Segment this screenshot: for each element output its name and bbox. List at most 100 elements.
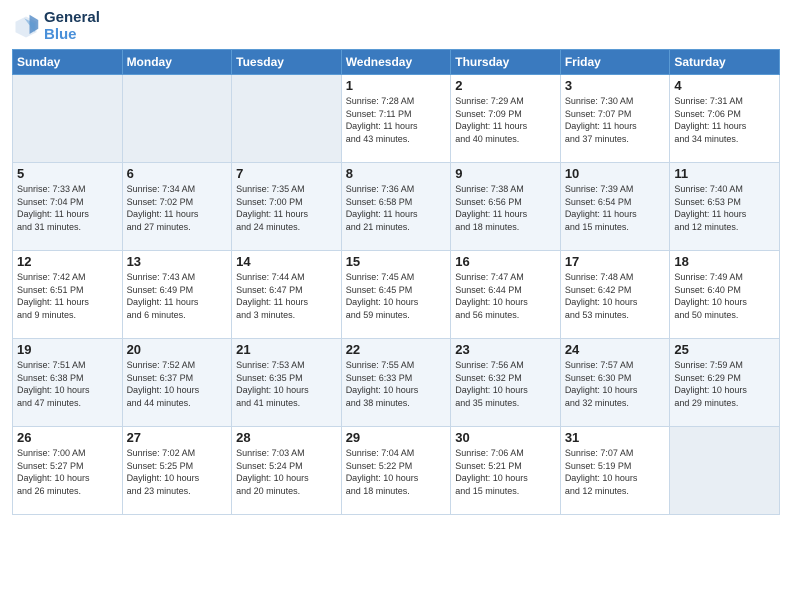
day-number: 15 (346, 254, 447, 269)
day-number: 25 (674, 342, 775, 357)
day-info: Sunrise: 7:40 AM Sunset: 6:53 PM Dayligh… (674, 183, 775, 233)
day-cell: 8 Sunrise: 7:36 AM Sunset: 6:58 PM Daylig… (341, 163, 451, 251)
day-number: 5 (17, 166, 118, 181)
day-number: 8 (346, 166, 447, 181)
day-number: 13 (127, 254, 228, 269)
day-cell: 31 Sunrise: 7:07 AM Sunset: 5:19 PM Dayli… (560, 427, 670, 515)
day-number: 18 (674, 254, 775, 269)
day-cell: 28 Sunrise: 7:03 AM Sunset: 5:24 PM Dayli… (232, 427, 342, 515)
day-number: 23 (455, 342, 556, 357)
week-row-3: 19Sunrise: 7:51 AM Sunset: 6:38 PM Dayli… (13, 339, 780, 427)
day-number: 11 (674, 166, 775, 181)
day-cell: 5 Sunrise: 7:33 AM Sunset: 7:04 PM Daylig… (13, 163, 123, 251)
week-row-4: 26 Sunrise: 7:00 AM Sunset: 5:27 PM Dayli… (13, 427, 780, 515)
day-info: Sunrise: 7:38 AM Sunset: 6:56 PM Dayligh… (455, 183, 556, 233)
header-saturday: Saturday (670, 50, 780, 75)
day-cell (670, 427, 780, 515)
day-info: Sunrise: 7:28 AM Sunset: 7:11 PM Dayligh… (346, 95, 447, 145)
day-info: Sunrise: 7:06 AM Sunset: 5:21 PM Dayligh… (455, 447, 556, 497)
day-number: 12 (17, 254, 118, 269)
day-cell: 22Sunrise: 7:55 AM Sunset: 6:33 PM Dayli… (341, 339, 451, 427)
header: General Blue (12, 10, 780, 43)
day-info: Sunrise: 7:53 AM Sunset: 6:35 PM Dayligh… (236, 359, 337, 409)
day-number: 29 (346, 430, 447, 445)
day-number: 16 (455, 254, 556, 269)
day-info: Sunrise: 7:35 AM Sunset: 7:00 PM Dayligh… (236, 183, 337, 233)
day-number: 28 (236, 430, 337, 445)
day-cell: 18 Sunrise: 7:49 AM Sunset: 6:40 PM Dayli… (670, 251, 780, 339)
day-info: Sunrise: 7:34 AM Sunset: 7:02 PM Dayligh… (127, 183, 228, 233)
day-info: Sunrise: 7:59 AM Sunset: 6:29 PM Dayligh… (674, 359, 775, 409)
day-number: 24 (565, 342, 666, 357)
day-info: Sunrise: 7:03 AM Sunset: 5:24 PM Dayligh… (236, 447, 337, 497)
day-cell: 21 Sunrise: 7:53 AM Sunset: 6:35 PM Dayli… (232, 339, 342, 427)
day-cell: 27Sunrise: 7:02 AM Sunset: 5:25 PM Dayli… (122, 427, 232, 515)
day-info: Sunrise: 7:04 AM Sunset: 5:22 PM Dayligh… (346, 447, 447, 497)
day-cell: 20Sunrise: 7:52 AM Sunset: 6:37 PM Dayli… (122, 339, 232, 427)
header-sunday: Sunday (13, 50, 123, 75)
day-info: Sunrise: 7:49 AM Sunset: 6:40 PM Dayligh… (674, 271, 775, 321)
page-container: General Blue SundayMondayTuesdayWednesda… (0, 0, 792, 523)
day-cell (122, 75, 232, 163)
day-number: 17 (565, 254, 666, 269)
day-cell: 6 Sunrise: 7:34 AM Sunset: 7:02 PM Daylig… (122, 163, 232, 251)
day-cell: 17 Sunrise: 7:48 AM Sunset: 6:42 PM Dayli… (560, 251, 670, 339)
logo: General Blue (12, 10, 100, 43)
day-info: Sunrise: 7:07 AM Sunset: 5:19 PM Dayligh… (565, 447, 666, 497)
day-number: 1 (346, 78, 447, 93)
day-info: Sunrise: 7:00 AM Sunset: 5:27 PM Dayligh… (17, 447, 118, 497)
day-cell: 26 Sunrise: 7:00 AM Sunset: 5:27 PM Dayli… (13, 427, 123, 515)
day-cell: 4 Sunrise: 7:31 AM Sunset: 7:06 PM Daylig… (670, 75, 780, 163)
day-info: Sunrise: 7:39 AM Sunset: 6:54 PM Dayligh… (565, 183, 666, 233)
day-info: Sunrise: 7:52 AM Sunset: 6:37 PM Dayligh… (127, 359, 228, 409)
day-cell: 13Sunrise: 7:43 AM Sunset: 6:49 PM Dayli… (122, 251, 232, 339)
day-info: Sunrise: 7:48 AM Sunset: 6:42 PM Dayligh… (565, 271, 666, 321)
day-info: Sunrise: 7:33 AM Sunset: 7:04 PM Dayligh… (17, 183, 118, 233)
day-cell (232, 75, 342, 163)
logo-icon (12, 13, 40, 41)
day-info: Sunrise: 7:47 AM Sunset: 6:44 PM Dayligh… (455, 271, 556, 321)
day-cell: 25 Sunrise: 7:59 AM Sunset: 6:29 PM Dayli… (670, 339, 780, 427)
day-info: Sunrise: 7:44 AM Sunset: 6:47 PM Dayligh… (236, 271, 337, 321)
day-number: 26 (17, 430, 118, 445)
day-number: 19 (17, 342, 118, 357)
week-row-2: 12Sunrise: 7:42 AM Sunset: 6:51 PM Dayli… (13, 251, 780, 339)
day-cell: 3Sunrise: 7:30 AM Sunset: 7:07 PM Daylig… (560, 75, 670, 163)
day-number: 6 (127, 166, 228, 181)
day-cell: 2 Sunrise: 7:29 AM Sunset: 7:09 PM Daylig… (451, 75, 561, 163)
week-row-0: 1 Sunrise: 7:28 AM Sunset: 7:11 PM Daylig… (13, 75, 780, 163)
day-cell: 15 Sunrise: 7:45 AM Sunset: 6:45 PM Dayli… (341, 251, 451, 339)
day-info: Sunrise: 7:29 AM Sunset: 7:09 PM Dayligh… (455, 95, 556, 145)
day-number: 4 (674, 78, 775, 93)
header-row: SundayMondayTuesdayWednesdayThursdayFrid… (13, 50, 780, 75)
day-cell: 9 Sunrise: 7:38 AM Sunset: 6:56 PM Daylig… (451, 163, 561, 251)
day-number: 14 (236, 254, 337, 269)
day-info: Sunrise: 7:36 AM Sunset: 6:58 PM Dayligh… (346, 183, 447, 233)
calendar-table: SundayMondayTuesdayWednesdayThursdayFrid… (12, 49, 780, 515)
day-cell: 24 Sunrise: 7:57 AM Sunset: 6:30 PM Dayli… (560, 339, 670, 427)
day-info: Sunrise: 7:31 AM Sunset: 7:06 PM Dayligh… (674, 95, 775, 145)
day-cell: 12Sunrise: 7:42 AM Sunset: 6:51 PM Dayli… (13, 251, 123, 339)
day-number: 27 (127, 430, 228, 445)
day-cell: 19Sunrise: 7:51 AM Sunset: 6:38 PM Dayli… (13, 339, 123, 427)
logo-text: General Blue (44, 10, 100, 43)
day-info: Sunrise: 7:45 AM Sunset: 6:45 PM Dayligh… (346, 271, 447, 321)
day-number: 31 (565, 430, 666, 445)
day-cell: 14 Sunrise: 7:44 AM Sunset: 6:47 PM Dayli… (232, 251, 342, 339)
day-number: 9 (455, 166, 556, 181)
day-number: 2 (455, 78, 556, 93)
day-cell: 16 Sunrise: 7:47 AM Sunset: 6:44 PM Dayli… (451, 251, 561, 339)
day-number: 30 (455, 430, 556, 445)
day-cell: 23 Sunrise: 7:56 AM Sunset: 6:32 PM Dayli… (451, 339, 561, 427)
day-number: 21 (236, 342, 337, 357)
day-cell: 29 Sunrise: 7:04 AM Sunset: 5:22 PM Dayli… (341, 427, 451, 515)
header-wednesday: Wednesday (341, 50, 451, 75)
day-cell: 11 Sunrise: 7:40 AM Sunset: 6:53 PM Dayli… (670, 163, 780, 251)
day-info: Sunrise: 7:57 AM Sunset: 6:30 PM Dayligh… (565, 359, 666, 409)
day-number: 7 (236, 166, 337, 181)
day-info: Sunrise: 7:56 AM Sunset: 6:32 PM Dayligh… (455, 359, 556, 409)
day-cell: 10Sunrise: 7:39 AM Sunset: 6:54 PM Dayli… (560, 163, 670, 251)
day-cell: 30 Sunrise: 7:06 AM Sunset: 5:21 PM Dayli… (451, 427, 561, 515)
day-info: Sunrise: 7:55 AM Sunset: 6:33 PM Dayligh… (346, 359, 447, 409)
header-monday: Monday (122, 50, 232, 75)
